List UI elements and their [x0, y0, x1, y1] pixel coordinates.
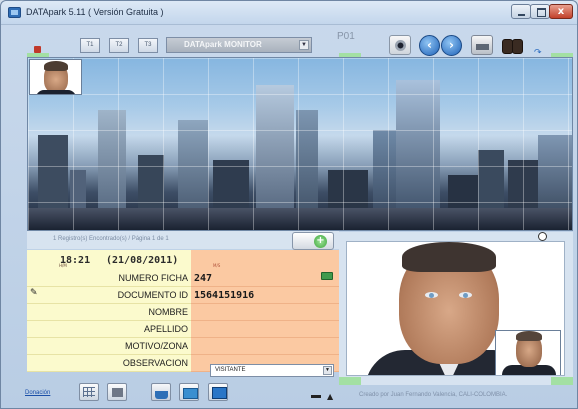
hm-label: H/M	[59, 263, 67, 268]
visitor-photo[interactable]	[346, 241, 565, 376]
nombre-input[interactable]	[191, 304, 339, 321]
ficha-input[interactable]: 247	[191, 270, 339, 287]
basket-icon[interactable]	[151, 383, 171, 401]
nav-left-icon[interactable]: ‹	[419, 35, 440, 56]
form-row-ficha: NUMERO FICHA 247	[27, 270, 339, 287]
clock-date: (21/08/2011)	[106, 255, 179, 266]
minimize-button[interactable]	[511, 4, 531, 19]
documento-input[interactable]: 1564151916	[191, 287, 339, 304]
maximize-button[interactable]	[530, 4, 550, 19]
thumbnail-photo[interactable]	[29, 59, 82, 95]
apellido-input[interactable]	[191, 321, 339, 338]
printer-icon[interactable]	[471, 35, 493, 55]
monitor-select[interactable]: DATApark MONITOR ▼	[166, 37, 312, 53]
form-row-motivo: MOTIVO/ZONA	[27, 338, 339, 355]
inset-photo[interactable]	[495, 330, 561, 375]
status-marker-icon	[34, 46, 41, 53]
form-row-apellido: APELLIDO	[27, 321, 339, 338]
close-button[interactable]: x	[549, 4, 573, 19]
grid-icon[interactable]	[79, 383, 99, 401]
chevron-down-icon: ▼	[299, 40, 309, 50]
donation-link[interactable]: Donación	[25, 390, 50, 396]
keyboard-icon[interactable]	[321, 272, 333, 280]
title-bar: DATApark 5.11 ( Versión Gratuita ) x	[1, 1, 577, 25]
visitor-type-value: VISITANTE	[215, 367, 246, 373]
form-row-nombre: NOMBRE	[27, 304, 339, 321]
station-label: P01	[337, 31, 355, 42]
binoculars-icon[interactable]	[501, 35, 523, 55]
credit-text: Creado por Juan Fernando Valencia, CALI-…	[359, 392, 508, 398]
register-icon[interactable]	[107, 383, 127, 401]
field-label: NOMBRE	[27, 304, 191, 321]
camera-icon[interactable]	[389, 35, 411, 55]
app-icon	[8, 7, 21, 18]
user-icon: ▲	[327, 392, 334, 401]
ms-label: M/S	[213, 263, 221, 268]
tab-t2[interactable]: T2	[109, 38, 129, 53]
capture-icon[interactable]	[538, 232, 547, 241]
key-icon	[311, 395, 321, 398]
monitor-select-value: DATApark MONITOR	[184, 40, 262, 49]
tab-t3[interactable]: T3	[138, 38, 158, 53]
motivo-input[interactable]	[191, 338, 339, 355]
field-label: OBSERVACION	[27, 355, 191, 372]
nav-right-icon[interactable]: ›	[441, 35, 462, 56]
clock-panel: 18:21 (21/08/2011)	[27, 250, 191, 270]
pencil-icon: ✎	[30, 288, 38, 298]
field-label: NUMERO FICHA	[27, 270, 191, 287]
window-title: DATApark 5.11 ( Versión Gratuita )	[26, 7, 164, 17]
visitor-type-select[interactable]: VISITANTE ▼	[210, 364, 334, 377]
app-window: DATApark 5.11 ( Versión Gratuita ) x T1 …	[0, 0, 578, 409]
add-record-button[interactable]	[292, 232, 334, 250]
tab-t1[interactable]: T1	[80, 38, 100, 53]
frame-marker	[551, 377, 573, 385]
frame-marker	[339, 377, 361, 385]
field-label: DOCUMENTO ID	[27, 287, 191, 304]
banner-image	[27, 57, 573, 231]
form-row-documento: DOCUMENTO ID 1564151916	[27, 287, 339, 304]
field-label: MOTIVO/ZONA	[27, 338, 191, 355]
chevron-down-icon: ▼	[323, 366, 332, 375]
field-label: APELLIDO	[27, 321, 191, 338]
card-icon[interactable]	[179, 383, 199, 401]
monitor-icon[interactable]	[208, 383, 228, 401]
